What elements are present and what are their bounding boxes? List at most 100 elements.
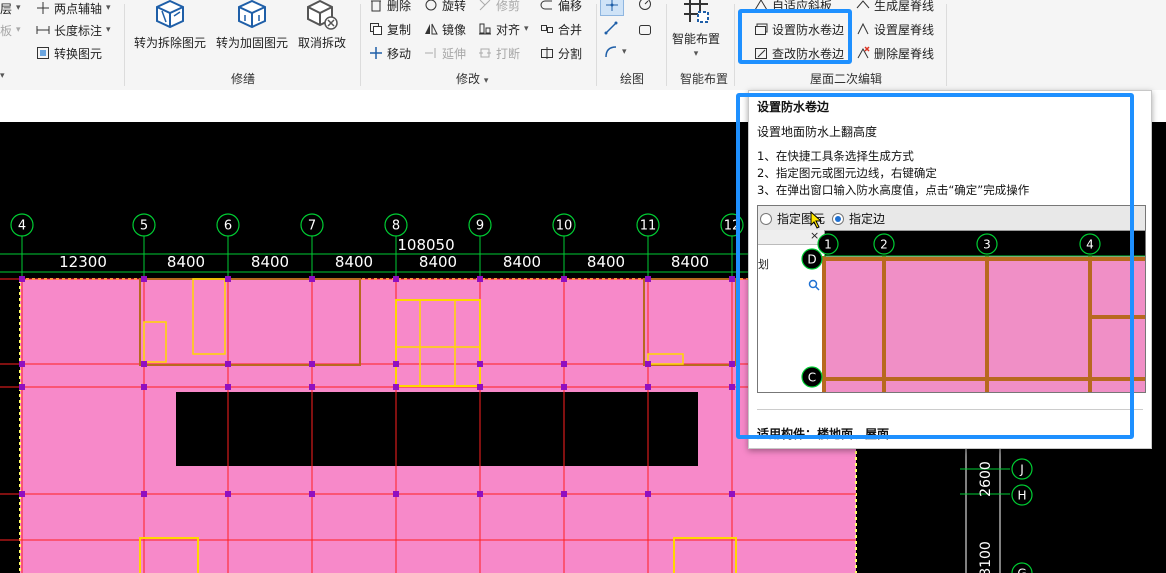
set-ridge-button[interactable]: 设置屋脊线: [856, 19, 934, 39]
left-group-dropdown[interactable]: ▾: [0, 66, 5, 86]
preview-axis-bubble-3: 3: [976, 233, 998, 255]
draw-line-button[interactable]: [604, 18, 618, 38]
axis-bubble-label: G: [1017, 566, 1026, 573]
convert-element-label: 转换图元: [54, 46, 103, 61]
total-dimension-text: 108050: [397, 236, 454, 254]
column-marker: [19, 384, 25, 390]
axis-bubble-label: 9: [476, 219, 484, 234]
merge-label: 合并: [558, 22, 583, 37]
column-marker: [477, 276, 483, 282]
column-marker: [309, 361, 315, 367]
adaptive-slope-button[interactable]: 自适应斜板: [754, 0, 832, 15]
smart-layout-label: 智能布置: [672, 32, 721, 46]
axis-bubble-8: 8: [384, 213, 408, 237]
column-marker: [645, 384, 651, 390]
draw-arc-button[interactable]: [638, 0, 652, 14]
draw-point-button[interactable]: [600, 0, 624, 16]
align-icon: [479, 23, 491, 35]
tooltip-step: 1、在快捷工具条选择生成方式: [757, 149, 914, 163]
two-point-axis-button[interactable]: 两点辅轴 ▾: [36, 0, 111, 18]
separator: [124, 4, 125, 86]
mirror-button[interactable]: 镜像: [424, 19, 466, 39]
column-marker: [141, 361, 147, 367]
break-button[interactable]: 打断: [478, 43, 520, 63]
smart-layout-button[interactable]: 智能布置 ▾: [672, 0, 720, 59]
set-waterproof-edge-button[interactable]: 设置防水卷边: [754, 19, 844, 39]
axis-bubble-label: 10: [556, 219, 573, 234]
axis-bubble-9: 9: [468, 213, 492, 237]
cancel-alteration-label: 取消拆改: [298, 36, 347, 50]
rotate-icon: [425, 0, 437, 11]
layer-button[interactable]: 层 ▾: [0, 0, 21, 18]
axis-bubble-12: 12: [720, 213, 744, 237]
convert-reinforce-label: 转为加固图元: [216, 36, 289, 50]
axis-bubble-G: G: [1011, 562, 1033, 573]
column-marker: [309, 276, 315, 282]
align-label: 对齐: [496, 22, 521, 37]
chevron-down-icon: ▾: [693, 49, 699, 59]
convert-demolish-button[interactable]: 转为拆除图元: [134, 0, 206, 51]
tooltip-subtitle: 设置地面防水上翻高度: [757, 125, 878, 139]
dimension-text: 8400: [503, 253, 541, 271]
mirror-icon: [425, 23, 438, 35]
offset-label: 偏移: [558, 0, 583, 13]
axis-bubble-label: 2: [880, 237, 888, 251]
offset-button[interactable]: 偏移: [540, 0, 582, 15]
axis-bubble-6: 6: [216, 213, 240, 237]
trim-icon: [479, 0, 491, 11]
smart-group-label: 智能布置: [680, 72, 729, 86]
column-marker: [645, 491, 651, 497]
length-dimension-button[interactable]: 长度标注 ▾: [36, 20, 111, 40]
rotate-label: 旋转: [442, 0, 467, 13]
align-button[interactable]: 对齐 ▾: [478, 19, 529, 39]
column-marker: [729, 361, 735, 367]
draw-rect-button[interactable]: [638, 20, 652, 40]
axis-bubble-label: 11: [640, 219, 657, 234]
rotate-button[interactable]: 旋转: [424, 0, 466, 15]
merge-button[interactable]: 合并: [540, 19, 582, 39]
length-dimension-label: 长度标注: [54, 23, 103, 38]
axis-bubble-label: H: [1017, 488, 1026, 502]
axis-bubble-4: 4: [10, 213, 34, 237]
copy-button[interactable]: 复制: [369, 19, 411, 39]
convert-element-button[interactable]: 转换图元: [36, 43, 102, 63]
delete-ridge-button[interactable]: 删除屋脊线: [856, 43, 934, 63]
slope-icon: [754, 0, 768, 11]
edit-waterproof-edge-button[interactable]: 查改防水卷边: [754, 43, 844, 63]
move-button[interactable]: 移动: [369, 43, 411, 63]
split-button[interactable]: 分割: [540, 43, 582, 63]
trim-button[interactable]: 修剪: [478, 0, 520, 15]
column-marker: [645, 361, 651, 367]
column-marker: [393, 276, 399, 282]
layer-label: 层: [0, 1, 13, 16]
line-icon: [604, 21, 618, 35]
arc-icon: [639, 0, 651, 10]
dimension-text: 2600: [978, 461, 994, 497]
preview-axis-bubble-1: 1: [817, 233, 839, 255]
axis-bubble-label: 4: [18, 219, 26, 234]
delete-button[interactable]: 删除: [369, 0, 411, 15]
extend-label: 延伸: [442, 46, 467, 61]
column-marker: [309, 384, 315, 390]
generate-ridge-button[interactable]: 生成屋脊线: [856, 0, 934, 15]
tooltip-title: 设置防水卷边: [757, 100, 830, 114]
set-waterproof-edge-label: 设置防水卷边: [772, 22, 845, 37]
tooltip-popup: 设置防水卷边 设置地面防水上翻高度 1、在快捷工具条选择生成方式 2、指定图元或…: [748, 90, 1152, 449]
draw-curve-button[interactable]: ▾: [604, 42, 627, 62]
cancel-alteration-button[interactable]: 取消拆改: [298, 0, 346, 51]
slab-button[interactable]: 板 ▾: [0, 20, 21, 40]
axis-bubble-J: J: [1011, 458, 1033, 480]
extend-button[interactable]: 延伸: [424, 43, 466, 63]
roof-group-label: 屋面二次编辑: [810, 72, 883, 86]
column-marker: [309, 491, 315, 497]
two-point-axis-label: 两点辅轴: [54, 1, 103, 16]
convert-reinforce-button[interactable]: 转为加固图元: [216, 0, 288, 51]
dimension-text: 8400: [671, 253, 709, 271]
axis-bubble-label: 1: [824, 237, 832, 251]
draw-group-label: 绘图: [620, 72, 645, 86]
divider: [757, 409, 1143, 410]
cancel-cube-icon: [307, 0, 338, 30]
column-marker: [393, 384, 399, 390]
chevron-down-icon: ▾: [16, 3, 21, 13]
chevron-down-icon: ▾: [622, 47, 627, 57]
